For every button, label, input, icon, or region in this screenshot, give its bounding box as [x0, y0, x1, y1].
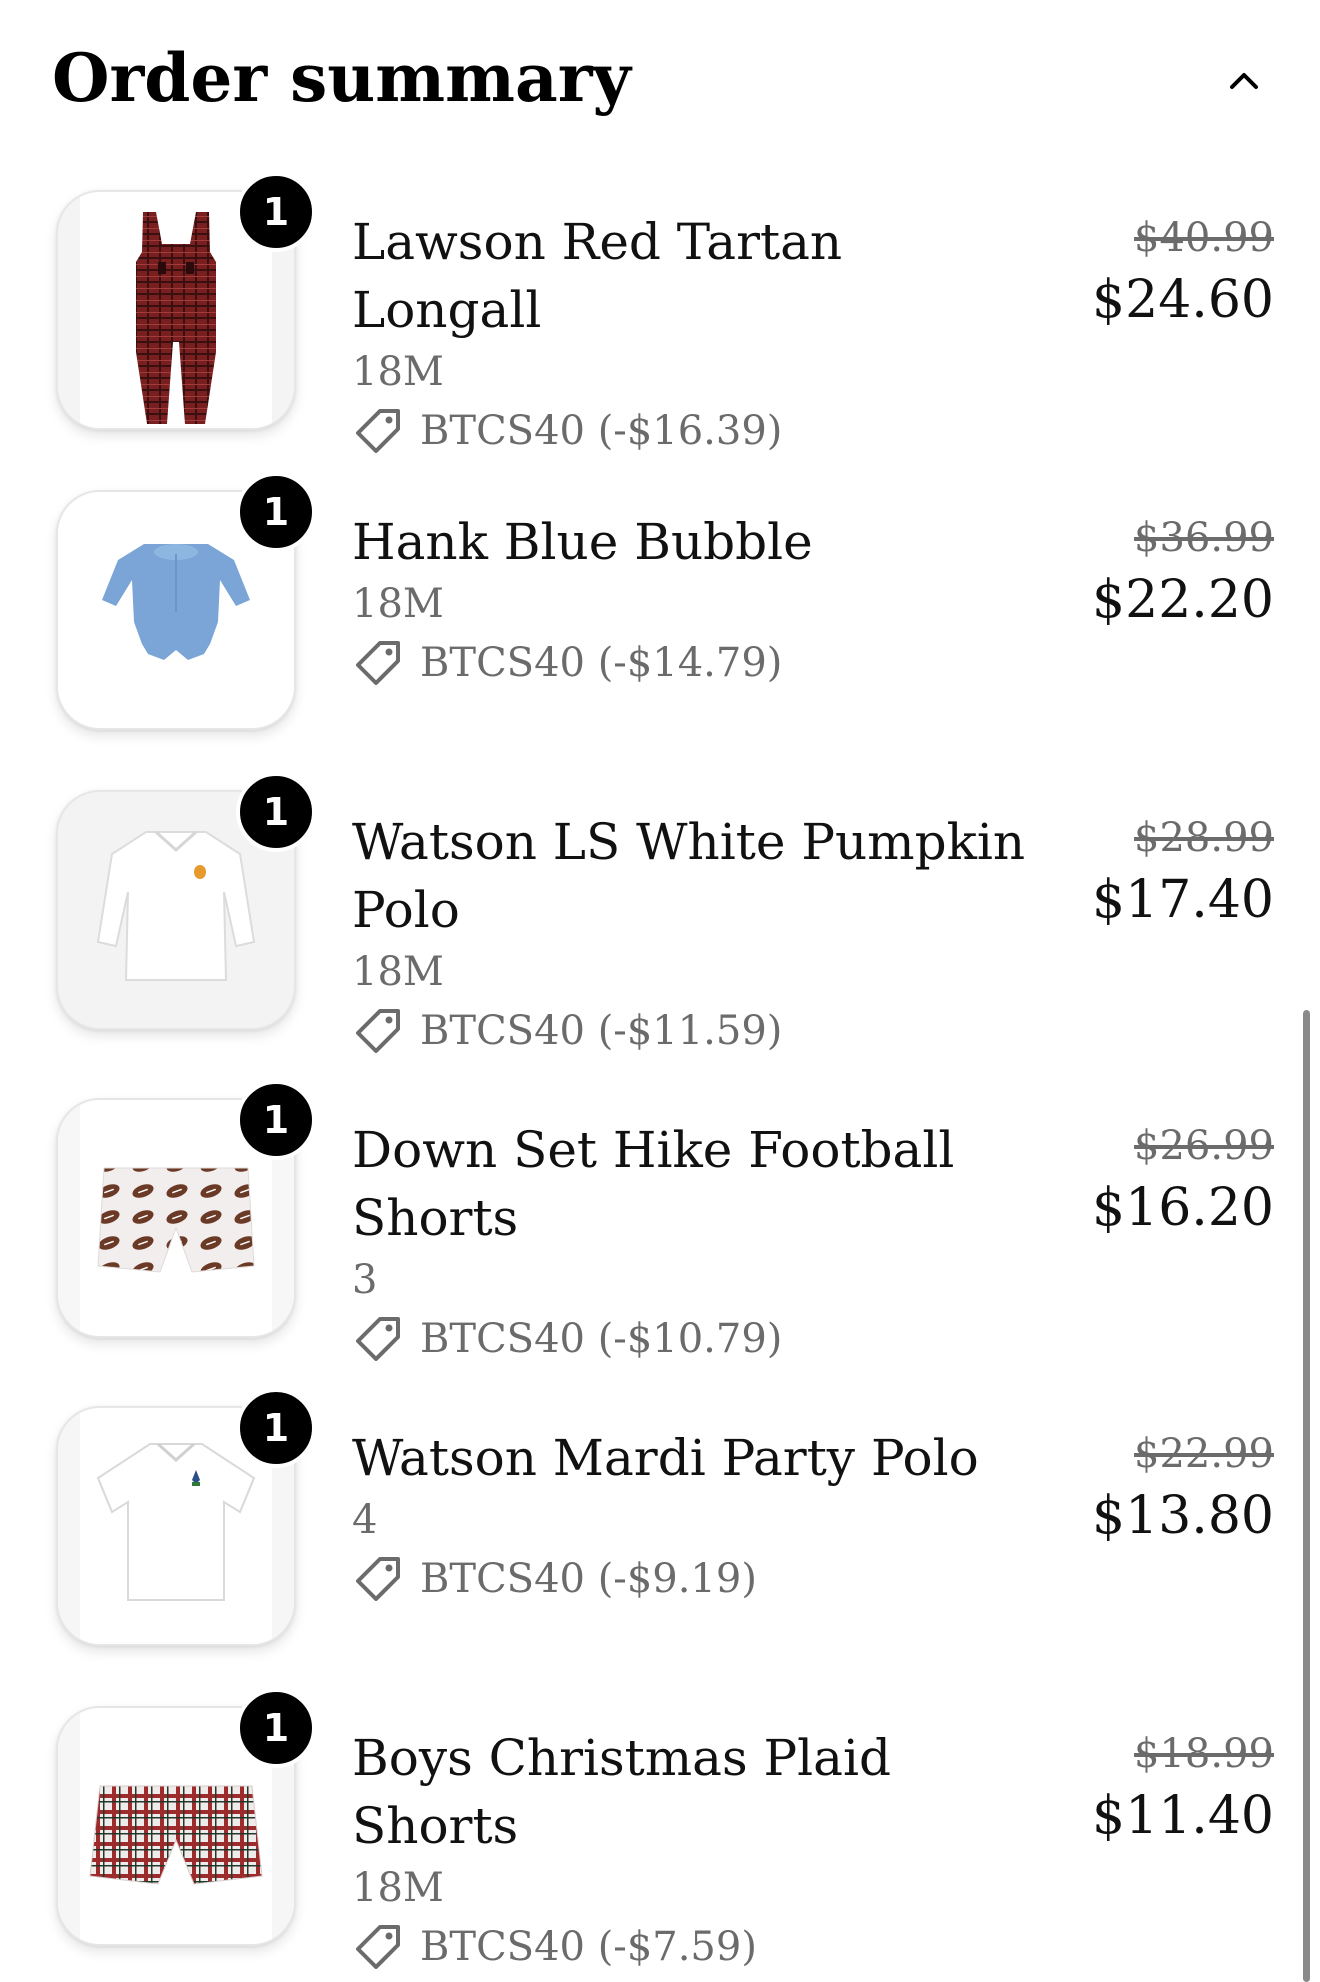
tag-icon [356, 1009, 400, 1053]
quantity-badge: 1 [236, 472, 316, 552]
product-name: Hank Blue Bubble [352, 513, 813, 571]
line-items-list: 1 Lawson Red Tartan Longall 18M BTCS40 (… [0, 0, 1320, 1982]
tag-icon [356, 1557, 400, 1601]
discount-code: BTCS40 (-$10.79) [420, 1316, 783, 1362]
product-variant: 18M [352, 1865, 444, 1911]
final-price: $11.40 [1092, 1786, 1274, 1846]
final-price: $22.20 [1092, 570, 1274, 630]
line-item-prices: $28.99 $17.40 [1014, 812, 1274, 936]
product-variant: 4 [352, 1497, 378, 1543]
line-item-info: Lawson Red Tartan Longall 18M BTCS40 (-$… [352, 208, 1032, 462]
line-item-info: Hank Blue Bubble 18M BTCS40 (-$14.79) [352, 508, 1032, 694]
line-item-prices: $40.99 $24.60 [1014, 212, 1274, 336]
discount-code: BTCS40 (-$16.39) [420, 408, 783, 454]
product-variant: 18M [352, 949, 444, 995]
discount-line: BTCS40 (-$11.59) [352, 1000, 1032, 1062]
original-price: $26.99 [1134, 1123, 1274, 1169]
product-name: Boys Christmas Plaid Shorts [352, 1729, 891, 1855]
line-item-info: Down Set Hike Football Shorts 3 BTCS40 (… [352, 1116, 1032, 1370]
original-price: $28.99 [1134, 815, 1274, 861]
final-price: $17.40 [1092, 870, 1274, 930]
discount-code: BTCS40 (-$9.19) [420, 1556, 757, 1602]
discount-line: BTCS40 (-$10.79) [352, 1308, 1032, 1370]
discount-line: BTCS40 (-$14.79) [352, 632, 1032, 694]
tag-icon [356, 1317, 400, 1361]
quantity-badge: 1 [236, 1080, 316, 1160]
discount-code: BTCS40 (-$14.79) [420, 640, 783, 686]
product-thumbnail: 1 [56, 1388, 316, 1646]
final-price: $24.60 [1092, 270, 1274, 330]
product-variant: 3 [352, 1257, 378, 1303]
discount-line: BTCS40 (-$16.39) [352, 400, 1032, 462]
line-item-prices: $36.99 $22.20 [1014, 512, 1274, 636]
tag-icon [356, 641, 400, 685]
quantity-badge: 1 [236, 772, 316, 852]
product-variant: 18M [352, 349, 444, 395]
final-price: $16.20 [1092, 1178, 1274, 1238]
line-item-info: Watson Mardi Party Polo 4 BTCS40 (-$9.19… [352, 1424, 1032, 1610]
discount-code: BTCS40 (-$11.59) [420, 1008, 783, 1054]
scrollbar[interactable] [1303, 1010, 1310, 1982]
product-thumbnail: 1 [56, 1688, 316, 1946]
line-item-info: Boys Christmas Plaid Shorts 18M BTCS40 (… [352, 1724, 1032, 1978]
quantity-badge: 1 [236, 1388, 316, 1468]
product-name: Watson LS White Pumpkin Polo [352, 813, 1026, 939]
original-price: $40.99 [1134, 215, 1274, 261]
line-item-prices: $26.99 $16.20 [1014, 1120, 1274, 1244]
quantity-badge: 1 [236, 1688, 316, 1768]
original-price: $36.99 [1134, 515, 1274, 561]
original-price: $18.99 [1134, 1731, 1274, 1777]
original-price: $22.99 [1134, 1431, 1274, 1477]
product-name: Watson Mardi Party Polo [352, 1429, 979, 1487]
discount-code: BTCS40 (-$7.59) [420, 1924, 757, 1970]
line-item-info: Watson LS White Pumpkin Polo 18M BTCS40 … [352, 808, 1032, 1062]
discount-line: BTCS40 (-$9.19) [352, 1548, 1032, 1610]
discount-line: BTCS40 (-$7.59) [352, 1916, 1032, 1978]
product-thumbnail: 1 [56, 1080, 316, 1338]
product-variant: 18M [352, 581, 444, 627]
product-name: Down Set Hike Football Shorts [352, 1121, 955, 1247]
quantity-badge: 1 [236, 172, 316, 252]
line-item-prices: $18.99 $11.40 [1014, 1728, 1274, 1852]
product-name: Lawson Red Tartan Longall [352, 213, 843, 339]
tag-icon [356, 1925, 400, 1969]
product-thumbnail: 1 [56, 472, 316, 730]
final-price: $13.80 [1092, 1486, 1274, 1546]
line-item-prices: $22.99 $13.80 [1014, 1428, 1274, 1552]
product-thumbnail: 1 [56, 172, 316, 430]
tag-icon [356, 409, 400, 453]
product-thumbnail: 1 [56, 772, 316, 1030]
